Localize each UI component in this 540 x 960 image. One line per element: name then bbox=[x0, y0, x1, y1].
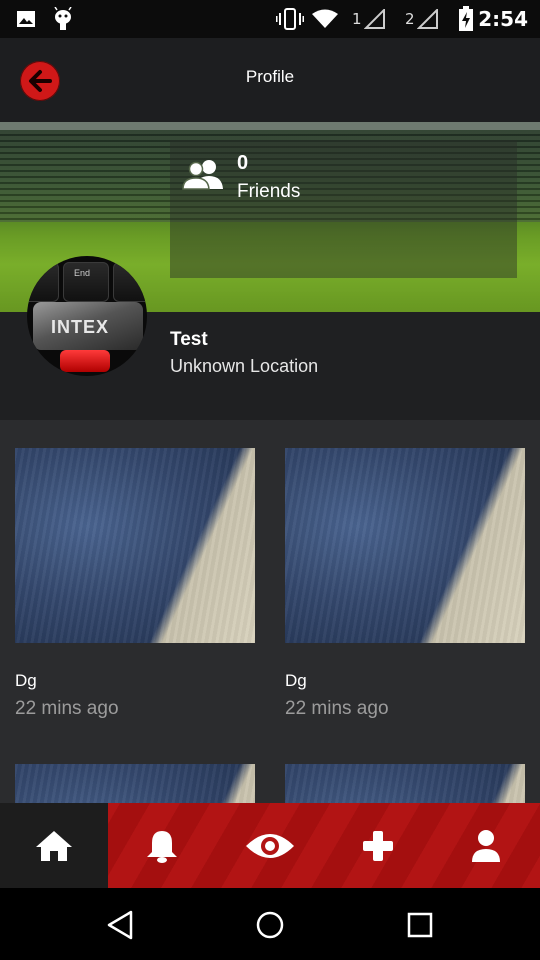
post-time: 22 mins ago bbox=[285, 698, 389, 719]
sim2-label: 2 bbox=[405, 10, 415, 28]
post-thumbnail bbox=[285, 448, 525, 643]
avatar-brand-text: INTEX bbox=[51, 317, 110, 337]
avatar-red-key bbox=[60, 350, 110, 372]
avatar-key bbox=[113, 262, 147, 302]
home-circle-icon bbox=[256, 911, 284, 939]
post-time: 22 mins ago bbox=[15, 698, 119, 719]
stadium-roof bbox=[0, 122, 540, 130]
bottom-tab-bar bbox=[0, 803, 540, 888]
nav-back-button[interactable] bbox=[100, 908, 140, 942]
sim1-label: 1 bbox=[352, 10, 362, 28]
status-bar: 1 2 2:54 bbox=[0, 0, 540, 38]
nav-home-button[interactable] bbox=[250, 908, 290, 942]
back-icon bbox=[107, 910, 133, 940]
android-debug-icon bbox=[54, 7, 72, 30]
post-thumbnail bbox=[285, 764, 525, 804]
plus-icon bbox=[363, 830, 393, 861]
battery-charging-icon bbox=[459, 6, 473, 31]
user-icon bbox=[472, 829, 500, 862]
profile-name: Test bbox=[170, 329, 208, 350]
avatar-key bbox=[27, 262, 59, 302]
home-icon bbox=[36, 830, 72, 861]
clock: 2:54 bbox=[478, 7, 528, 31]
post-card[interactable] bbox=[285, 764, 525, 804]
tab-watch[interactable] bbox=[216, 803, 324, 888]
tab-home[interactable] bbox=[0, 803, 108, 888]
app-toolbar: Profile bbox=[0, 38, 540, 122]
post-title: Dg bbox=[15, 671, 37, 690]
post-card[interactable] bbox=[15, 764, 255, 804]
tab-add[interactable] bbox=[324, 803, 432, 888]
system-nav-bar bbox=[0, 888, 540, 960]
avatar-end-text: End bbox=[74, 268, 91, 278]
tab-profile[interactable] bbox=[432, 803, 540, 888]
post-title: Dg bbox=[285, 671, 307, 690]
bell-icon bbox=[147, 830, 177, 863]
post-thumbnail bbox=[15, 448, 255, 643]
tab-notifications[interactable] bbox=[108, 803, 216, 888]
friends-panel[interactable]: 0 Friends bbox=[170, 140, 517, 278]
friends-label: Friends bbox=[237, 181, 301, 202]
signal-icon bbox=[364, 9, 385, 29]
vibrate-icon bbox=[276, 8, 304, 30]
wifi-icon bbox=[312, 9, 338, 28]
recents-icon bbox=[407, 912, 433, 938]
nav-recents-button[interactable] bbox=[400, 908, 440, 942]
friends-count: 0 bbox=[237, 152, 249, 174]
page-title: Profile bbox=[245, 67, 295, 86]
avatar[interactable]: End INTEX bbox=[27, 256, 147, 376]
signal-icon bbox=[417, 9, 438, 29]
users-icon bbox=[182, 160, 223, 190]
post-thumbnail bbox=[15, 764, 255, 804]
profile-location: Unknown Location bbox=[170, 356, 319, 376]
eye-icon bbox=[246, 833, 294, 858]
image-notification-icon bbox=[17, 11, 35, 27]
